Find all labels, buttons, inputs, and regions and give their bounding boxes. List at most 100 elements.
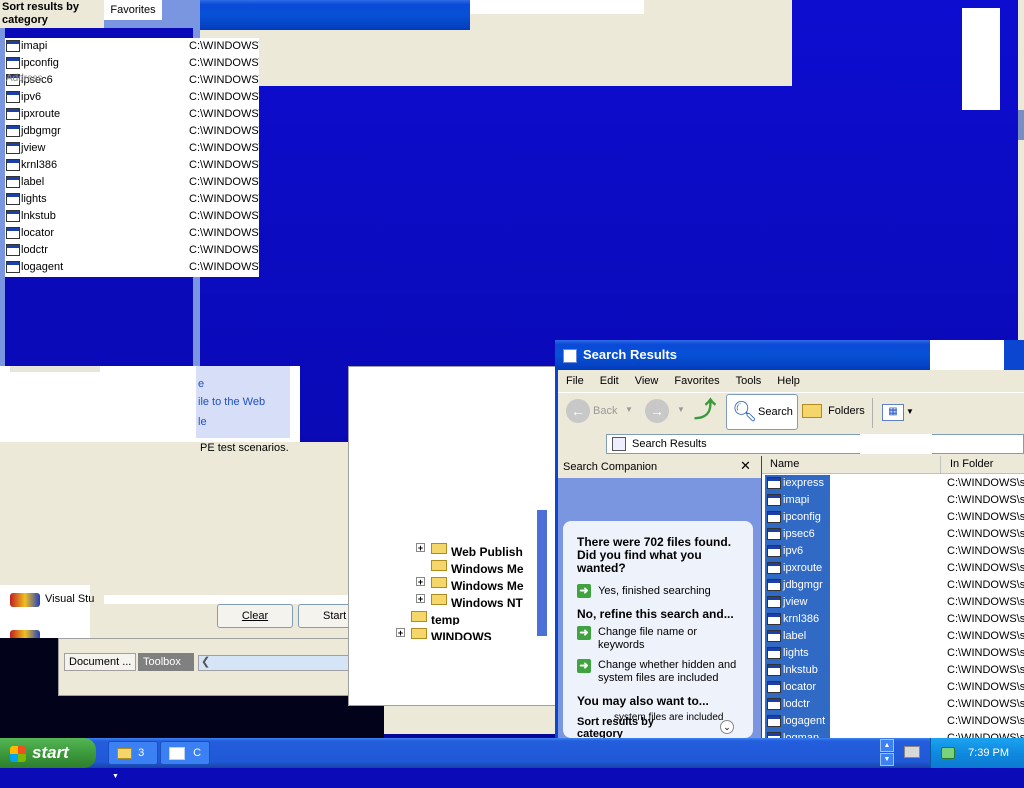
taskbar-task-button[interactable]: C [160, 741, 210, 765]
search-toolbar-button[interactable]: 🔍︎ Search [726, 394, 798, 430]
list-item[interactable]: label C:\WINDOWS\s [5, 174, 259, 191]
folders-button[interactable]: Folders [802, 404, 865, 418]
list-item[interactable]: jview C:\WINDOWS\s [5, 140, 259, 157]
table-row[interactable]: jview C:\WINDOWS\s [762, 594, 1024, 611]
tree-item[interactable]: + Windows Me [396, 574, 536, 591]
tree-item[interactable]: temp [396, 608, 536, 625]
background-titlebar [160, 0, 470, 30]
table-row[interactable]: iexpress C:\WINDOWS\s [762, 475, 1024, 492]
network-icon[interactable] [941, 747, 955, 760]
menu-view[interactable]: View [627, 370, 667, 392]
column-divider[interactable] [940, 456, 941, 474]
ide-scrollbar[interactable] [198, 655, 358, 671]
list-item[interactable]: lodctr C:\WINDOWS\s [5, 242, 259, 259]
taskbar-group-arrow-icon: ▼ [112, 773, 119, 780]
table-row[interactable]: logagent C:\WINDOWS\s [762, 713, 1024, 730]
tree-scrollbar[interactable] [537, 510, 547, 636]
start-button[interactable]: start [0, 738, 96, 768]
up-folder-icon[interactable]: ⤴ [694, 398, 716, 422]
taskbar-scroll-up-icon[interactable]: ▲ [880, 739, 894, 752]
list-item[interactable]: jdbgmgr C:\WINDOWS\s [5, 123, 259, 140]
finished-searching-link[interactable]: ➜ Yes, finished searching [577, 584, 711, 598]
table-row[interactable]: locator C:\WINDOWS\s [762, 679, 1024, 696]
tab-toolbox[interactable]: Toolbox [138, 653, 194, 671]
expand-icon[interactable]: + [416, 577, 425, 587]
visual-studio-label[interactable]: Visual Stu [45, 593, 94, 605]
favorites-tab[interactable]: Favorites [104, 0, 162, 20]
table-row[interactable]: ipxroute C:\WINDOWS\s [762, 560, 1024, 577]
behind-link-1[interactable]: e [198, 378, 204, 390]
back-arrow-icon[interactable]: ← [566, 399, 590, 423]
expand-icon[interactable]: + [396, 628, 405, 638]
table-row[interactable]: lnkstub C:\WINDOWS\s [762, 662, 1024, 679]
green-arrow-icon: ➜ [577, 659, 591, 673]
table-row[interactable]: ipsec6 C:\WINDOWS\s [762, 526, 1024, 543]
table-row[interactable]: logman C:\WINDOWS\s [762, 730, 1024, 738]
tree-label: WINDOWS [431, 630, 492, 640]
list-item[interactable]: imapi C:\WINDOWS\s [5, 38, 259, 55]
taskbar-scroll-down-icon[interactable]: ▼ [880, 753, 894, 766]
table-row[interactable]: krnl386 C:\WINDOWS\s [762, 611, 1024, 628]
program-icon [767, 528, 781, 540]
program-icon [6, 176, 20, 188]
start-label: start [32, 743, 69, 762]
menu-edit[interactable]: Edit [592, 370, 627, 392]
program-icon [767, 732, 781, 738]
forward-arrow-icon[interactable]: → [645, 399, 669, 423]
views-icon[interactable]: ▦ [882, 404, 904, 421]
expand-icon[interactable]: + [416, 543, 425, 553]
list-item[interactable]: ipv6 C:\WINDOWS\s [5, 89, 259, 106]
keyboard-icon[interactable] [904, 746, 920, 758]
tab-document[interactable]: Document ... [64, 653, 136, 671]
list-item[interactable]: lnkstub C:\WINDOWS\s [5, 208, 259, 225]
files-found-text: There were 702 files found. Did you find… [577, 535, 732, 575]
result-folder: C:\WINDOWS\s [947, 698, 1024, 710]
system-tray: 7:39 PM [930, 738, 1024, 768]
tree-item[interactable]: + Windows NT [396, 591, 536, 608]
address-field[interactable]: Search Results [606, 434, 1024, 454]
back-dropdown-icon[interactable]: ▼ [625, 405, 633, 414]
column-name[interactable]: Name [770, 458, 799, 470]
table-row[interactable]: lights C:\WINDOWS\s [762, 645, 1024, 662]
list-item[interactable]: ipxroute C:\WINDOWS\s [5, 106, 259, 123]
table-row[interactable]: ipv6 C:\WINDOWS\s [762, 543, 1024, 560]
table-row[interactable]: ipconfig C:\WINDOWS\s [762, 509, 1024, 526]
list-item[interactable]: ipsec6C:\WINDOWS\s [5, 72, 259, 89]
search-results-titlebar[interactable]: Search Results [555, 340, 930, 370]
expand-chevron-icon[interactable]: ⌄ [720, 720, 734, 734]
forward-dropdown-icon[interactable]: ▼ [677, 405, 685, 414]
tree-item[interactable]: + Web Publish [396, 540, 536, 557]
taskbar-group-count: 3 [138, 747, 145, 759]
taskbar-scroll[interactable]: ▲ ▼ [880, 739, 894, 767]
start-search-button[interactable]: Start [298, 604, 354, 628]
list-item[interactable]: locator C:\WINDOWS\s [5, 225, 259, 242]
table-row[interactable]: lodctr C:\WINDOWS\s [762, 696, 1024, 713]
list-item[interactable]: lights C:\WINDOWS\s [5, 191, 259, 208]
list-item[interactable]: krnl386 C:\WINDOWS\s [5, 157, 259, 174]
scroll-left-icon[interactable]: ❮ [201, 655, 210, 668]
back-label[interactable]: Back [593, 405, 617, 417]
table-row[interactable]: imapi C:\WINDOWS\s [762, 492, 1024, 509]
table-row[interactable]: label C:\WINDOWS\s [762, 628, 1024, 645]
program-icon [6, 261, 20, 273]
tree-item[interactable]: Windows Me [396, 557, 536, 574]
column-in-folder[interactable]: In Folder [950, 458, 993, 470]
program-icon [767, 545, 781, 557]
clock[interactable]: 7:39 PM [968, 747, 1009, 759]
behind-link-2[interactable]: ile to the Web [198, 396, 265, 408]
companion-close-icon[interactable]: ✕ [740, 457, 751, 475]
menu-file[interactable]: File [558, 370, 592, 392]
views-dropdown-icon[interactable]: ▼ [906, 407, 914, 416]
menu-help[interactable]: Help [769, 370, 808, 392]
expand-icon[interactable]: + [416, 594, 425, 604]
result-folder: C:\WINDOWS\s [947, 545, 1024, 557]
clear-button[interactable]: Clear [217, 604, 293, 628]
tree-item[interactable]: + WINDOWS [396, 625, 536, 640]
taskbar-group-button[interactable]: 3 ▼ [108, 741, 158, 780]
table-row[interactable]: jdbgmgr C:\WINDOWS\s [762, 577, 1024, 594]
list-item[interactable]: ipconfig C:\WINDOWS\s [5, 55, 259, 72]
list-item[interactable]: logagent C:\WINDOWS\s [5, 259, 259, 276]
menu-tools[interactable]: Tools [728, 370, 770, 392]
behind-link-3[interactable]: le [198, 416, 207, 428]
menu-favorites[interactable]: Favorites [666, 370, 727, 392]
